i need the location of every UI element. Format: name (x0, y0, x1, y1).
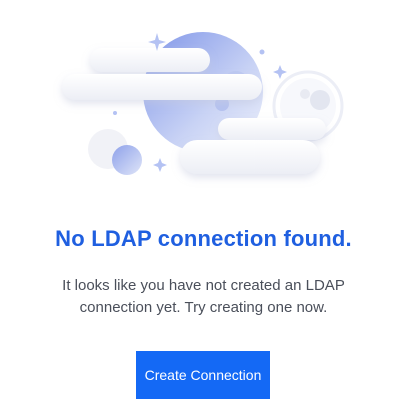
empty-state-description: It looks like you have not created an LD… (62, 277, 345, 316)
ldap-empty-state: No LDAP connection found. It looks like … (0, 0, 407, 418)
create-connection-button[interactable]: Create Connection (136, 351, 270, 399)
empty-state-title: No LDAP connection found. (55, 226, 352, 251)
moon-clouds-illustration (62, 32, 344, 175)
